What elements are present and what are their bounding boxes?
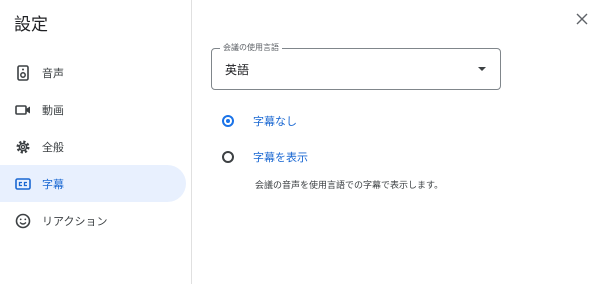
- dialog-title: 設定: [14, 15, 48, 35]
- sidebar-item-general[interactable]: 全般: [0, 128, 186, 165]
- sidebar-item-audio[interactable]: 音声: [0, 54, 186, 91]
- show-captions-description: 会議の音声を使用言語での字幕で表示します。: [255, 181, 444, 191]
- closed-caption-icon: [14, 175, 32, 193]
- close-button[interactable]: [574, 11, 590, 27]
- dropdown-arrow-icon: [478, 67, 486, 71]
- settings-nav: 音声 動画 全般 字幕 リアクション: [0, 54, 186, 239]
- meeting-language-select[interactable]: 会議の使用言語 英語: [211, 42, 501, 90]
- meeting-language-value: 英語: [225, 63, 250, 77]
- sidebar-item-video[interactable]: 動画: [0, 91, 186, 128]
- smiley-icon: [14, 212, 32, 230]
- close-icon: [576, 13, 588, 25]
- sidebar-item-reactions[interactable]: リアクション: [0, 202, 186, 239]
- sidebar-item-label: 全般: [42, 140, 64, 154]
- gear-icon: [14, 138, 32, 156]
- radio-show-captions[interactable]: [222, 151, 234, 163]
- speaker-icon: [14, 64, 32, 82]
- option-no-captions[interactable]: 字幕なし: [222, 113, 297, 129]
- sidebar-item-label: 動画: [42, 103, 64, 117]
- meeting-language-label: 会議の使用言語: [220, 42, 282, 54]
- option-show-captions-label: 字幕を表示: [253, 151, 308, 164]
- sidebar-item-label: リアクション: [42, 214, 108, 228]
- option-show-captions[interactable]: 字幕を表示: [222, 149, 308, 165]
- option-no-captions-label: 字幕なし: [253, 115, 297, 128]
- video-camera-icon: [14, 101, 32, 119]
- settings-sidebar: 設定 音声 動画 全般 字幕 リアクション: [0, 0, 192, 284]
- sidebar-item-label: 音声: [42, 66, 64, 80]
- radio-no-captions[interactable]: [222, 115, 234, 127]
- sidebar-item-label: 字幕: [42, 177, 64, 191]
- sidebar-item-captions[interactable]: 字幕: [0, 165, 186, 202]
